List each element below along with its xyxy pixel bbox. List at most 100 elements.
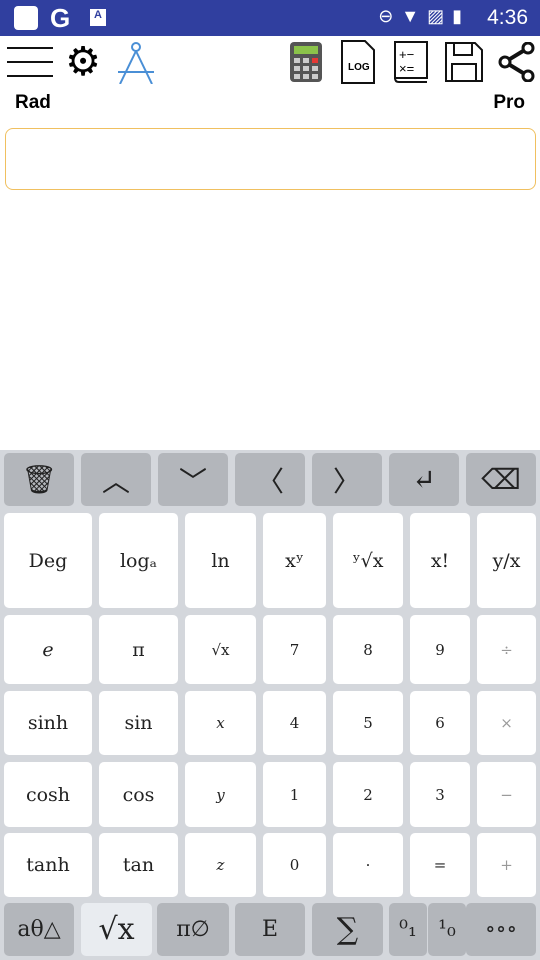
- right-button[interactable]: 〉: [312, 453, 382, 506]
- key[interactable]: 9: [410, 615, 470, 684]
- chevron-up-icon: ︿: [101, 464, 130, 498]
- key-label: 5: [363, 714, 373, 732]
- key[interactable]: logₐ: [99, 513, 178, 608]
- key-label: y: [216, 785, 225, 804]
- key-label: 6: [435, 714, 445, 732]
- key-label: tan: [122, 854, 155, 876]
- key[interactable]: √x: [185, 615, 256, 684]
- key[interactable]: 6: [410, 691, 470, 755]
- key[interactable]: 7: [263, 615, 326, 684]
- expression-input[interactable]: [5, 128, 536, 190]
- key[interactable]: =: [410, 833, 470, 897]
- key-label: x: [216, 714, 225, 732]
- key-label: xʸ: [285, 549, 304, 572]
- bottom-tab[interactable]: E: [235, 903, 305, 956]
- bottom-tab[interactable]: ¹₀: [428, 903, 466, 956]
- angle-mode-label[interactable]: Rad: [15, 92, 51, 114]
- delete-all-button[interactable]: 🗑: [4, 453, 74, 506]
- key[interactable]: Deg: [4, 513, 92, 608]
- key[interactable]: 2: [333, 762, 403, 827]
- key[interactable]: sin: [99, 691, 178, 755]
- calculator-icon[interactable]: [287, 40, 325, 84]
- key[interactable]: −: [477, 762, 536, 827]
- key[interactable]: y: [185, 762, 256, 827]
- toolbar: ⚙ LOG +− ×=: [0, 36, 540, 88]
- key[interactable]: ʸ√x: [333, 513, 403, 608]
- formula-book-icon[interactable]: +− ×=: [390, 40, 432, 84]
- key-label: tanh: [26, 854, 70, 876]
- bottom-tab[interactable]: √x: [81, 903, 152, 956]
- key[interactable]: x: [185, 691, 256, 755]
- bottom-tab-label: π∅: [176, 917, 210, 942]
- key-label: ln: [211, 549, 230, 572]
- app-icon: [14, 6, 38, 30]
- menu-icon[interactable]: [6, 40, 54, 84]
- key-label: 1: [289, 785, 300, 804]
- key[interactable]: 4: [263, 691, 326, 755]
- key[interactable]: 3: [410, 762, 470, 827]
- key[interactable]: sinh: [4, 691, 92, 755]
- share-icon[interactable]: [497, 40, 537, 84]
- bottom-tab[interactable]: ∘∘∘: [466, 903, 536, 956]
- key[interactable]: ·: [333, 833, 403, 897]
- log-icon[interactable]: LOG: [338, 40, 378, 84]
- backspace-icon: ⌫: [481, 463, 521, 496]
- key[interactable]: ln: [185, 513, 256, 608]
- save-icon[interactable]: [442, 40, 486, 84]
- key-label: cosh: [25, 783, 71, 806]
- bottom-tab[interactable]: aθ△: [4, 903, 74, 956]
- key-label: π: [132, 638, 145, 661]
- key[interactable]: 1: [263, 762, 326, 827]
- key[interactable]: 5: [333, 691, 403, 755]
- trash-icon: 🗑: [21, 463, 57, 496]
- key[interactable]: tanh: [4, 833, 92, 897]
- pro-label[interactable]: Pro: [493, 92, 525, 114]
- left-button[interactable]: 〈: [235, 453, 305, 506]
- key-label: sin: [124, 712, 153, 734]
- key[interactable]: ÷: [477, 615, 536, 684]
- backspace-button[interactable]: ⌫: [466, 453, 536, 506]
- down-button[interactable]: ﹀: [158, 453, 228, 506]
- key-label: sinh: [27, 712, 69, 734]
- key[interactable]: cos: [99, 762, 178, 827]
- key[interactable]: +: [477, 833, 536, 897]
- key[interactable]: ×: [477, 691, 536, 755]
- svg-text:LOG: LOG: [348, 62, 370, 73]
- key[interactable]: xʸ: [263, 513, 326, 608]
- key-label: −: [500, 785, 513, 804]
- enter-icon: ↵: [412, 463, 436, 496]
- key-label: 4: [289, 714, 300, 732]
- key[interactable]: e: [4, 615, 92, 684]
- compass-icon[interactable]: [114, 40, 158, 84]
- key[interactable]: tan: [99, 833, 178, 897]
- bottom-tab-label: E: [261, 917, 279, 942]
- bottom-tab[interactable]: π∅: [157, 903, 229, 956]
- key[interactable]: 8: [333, 615, 403, 684]
- key-label: =: [433, 856, 447, 874]
- svg-text:×=: ×=: [399, 61, 414, 76]
- key-label: ·: [365, 856, 371, 874]
- key[interactable]: π: [99, 615, 178, 684]
- bottom-tab[interactable]: ⁰₁: [389, 903, 427, 956]
- key-label: Deg: [28, 549, 68, 572]
- up-button[interactable]: ︿: [81, 453, 151, 506]
- translate-icon: A: [90, 9, 106, 26]
- bottom-tab-label: ¹₀: [438, 917, 456, 942]
- key-label: √x: [211, 640, 230, 659]
- key-label: 7: [289, 640, 300, 659]
- clock: 4:36: [487, 6, 528, 29]
- google-icon: G: [50, 3, 71, 33]
- bottom-tab[interactable]: ∑: [312, 903, 383, 956]
- key[interactable]: 0: [263, 833, 326, 897]
- bottom-tab-label: √x: [98, 912, 135, 947]
- key[interactable]: x!: [410, 513, 470, 608]
- svg-text:+−: +−: [399, 47, 414, 62]
- key[interactable]: z: [185, 833, 256, 897]
- key[interactable]: cosh: [4, 762, 92, 827]
- enter-button[interactable]: ↵: [389, 453, 459, 506]
- settings-icon[interactable]: ⚙: [60, 40, 106, 84]
- chevron-right-icon: 〉: [332, 464, 361, 498]
- chevron-left-icon: 〈: [255, 464, 284, 498]
- key[interactable]: y/x: [477, 513, 536, 608]
- key-label: y/x: [492, 549, 521, 572]
